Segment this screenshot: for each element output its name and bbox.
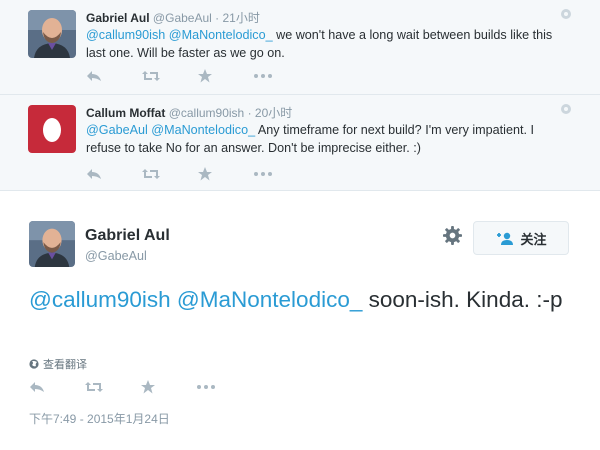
separator-dot: · (247, 106, 252, 120)
reply-icon (30, 382, 44, 392)
reply-icon (87, 169, 101, 179)
follow-person-icon (497, 232, 514, 245)
retweet-button[interactable] (142, 165, 198, 183)
tweet-time[interactable]: 20小时 (255, 106, 292, 120)
reply-tweet-2[interactable]: Callum Moffat @callum90ish · 20小时 @GabeA… (0, 95, 600, 191)
author-name[interactable]: Gabriel Aul (86, 11, 150, 25)
mention-link[interactable]: @MaNontelodico_ (151, 123, 255, 137)
globe-icon (29, 359, 39, 369)
gear-icon[interactable] (443, 226, 462, 245)
follow-label: 关注 (520, 231, 547, 247)
tweet-actions (29, 378, 253, 396)
reply-icon (87, 71, 101, 81)
tweet-actions (86, 165, 310, 183)
avatar[interactable] (29, 221, 75, 267)
separator-dot: · (215, 11, 220, 25)
author-name[interactable]: Callum Moffat (86, 106, 165, 120)
retweet-button[interactable] (142, 67, 198, 85)
tweet-text: @GabeAul @MaNontelodico_ Any timeframe f… (86, 121, 566, 157)
author-name[interactable]: Gabriel Aul (85, 227, 170, 245)
retweet-icon (142, 169, 160, 179)
mention-link[interactable]: @callum90ish (86, 28, 165, 42)
tweet-actions (86, 67, 310, 85)
author-handle[interactable]: @callum90ish (169, 106, 245, 120)
tweet-time[interactable]: 21小时 (223, 11, 260, 25)
avatar[interactable] (28, 10, 76, 58)
more-button[interactable] (197, 378, 253, 396)
reply-header: Gabriel Aul @GabeAul · 21小时 (86, 9, 260, 26)
translate-link[interactable]: 查看翻译 (29, 356, 87, 372)
retweet-icon (85, 382, 103, 392)
tweet-timestamp[interactable]: 下午7:49 - 2015年1月24日 (29, 410, 170, 427)
tweet-text: @callum90ish @MaNontelodico_ we won't ha… (86, 26, 566, 62)
retweet-button[interactable] (85, 378, 141, 396)
more-button[interactable] (254, 67, 310, 85)
reply-header: Callum Moffat @callum90ish · 20小时 (86, 104, 292, 121)
more-icon (197, 385, 215, 389)
favorite-button[interactable] (198, 67, 254, 85)
retweet-icon (142, 71, 160, 81)
author-handle[interactable]: @GabeAul (85, 249, 147, 263)
egg-avatar-icon (28, 105, 76, 153)
favorite-icon (198, 167, 212, 181)
reply-button[interactable] (86, 67, 142, 85)
favorite-icon (141, 380, 155, 394)
gear-icon[interactable] (560, 8, 572, 20)
more-icon (254, 172, 272, 176)
more-icon (254, 74, 272, 78)
favorite-icon (198, 69, 212, 83)
avatar[interactable] (28, 105, 76, 153)
tweet-body: soon-ish. Kinda. :-p (362, 287, 563, 312)
favorite-button[interactable] (198, 165, 254, 183)
mention-link[interactable]: @MaNontelodico_ (169, 28, 273, 42)
mention-link[interactable]: @MaNontelodico_ (177, 287, 362, 312)
favorite-button[interactable] (141, 378, 197, 396)
reply-tweet-1[interactable]: Gabriel Aul @GabeAul · 21小时 @callum90ish… (0, 0, 600, 95)
mention-link[interactable]: @callum90ish (29, 287, 171, 312)
translate-label: 查看翻译 (43, 359, 87, 371)
author-handle[interactable]: @GabeAul (153, 11, 212, 25)
mention-link[interactable]: @GabeAul (86, 123, 148, 137)
reply-button[interactable] (29, 378, 85, 396)
reply-button[interactable] (86, 165, 142, 183)
gear-icon[interactable] (560, 103, 572, 115)
permalink-tweet: Gabriel Aul @GabeAul 关注 @callum90ish @Ma… (0, 191, 600, 450)
follow-button[interactable]: 关注 (473, 221, 569, 255)
more-button[interactable] (254, 165, 310, 183)
tweet-text: @callum90ish @MaNontelodico_ soon-ish. K… (29, 284, 589, 316)
